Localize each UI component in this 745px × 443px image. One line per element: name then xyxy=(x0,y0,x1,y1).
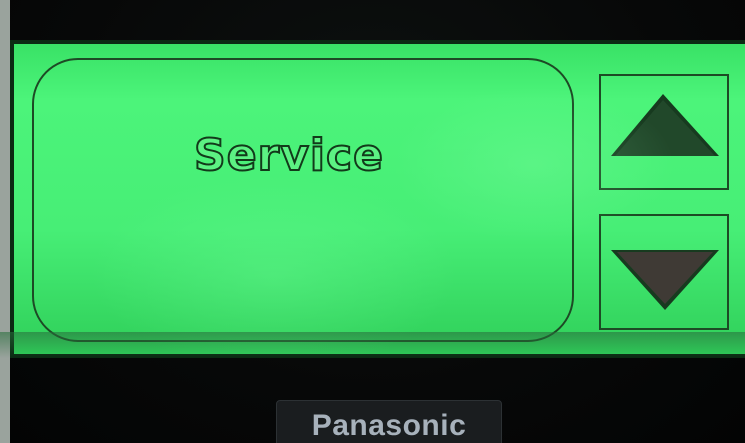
triangle-down-icon xyxy=(611,240,719,320)
scroll-down-button[interactable] xyxy=(599,214,729,330)
brand-plate: Panasonic xyxy=(276,400,502,443)
screen-reflection xyxy=(0,332,745,358)
menu-title: Service xyxy=(193,130,384,181)
device-panel: Service Panasonic xyxy=(0,0,745,443)
lcd-screen: Service xyxy=(14,44,745,354)
triangle-up-icon xyxy=(611,92,719,172)
device-edge xyxy=(0,0,10,443)
brand-logo: Panasonic xyxy=(311,409,467,442)
scroll-up-button[interactable] xyxy=(599,74,729,190)
service-menu-panel[interactable]: Service xyxy=(32,58,574,342)
